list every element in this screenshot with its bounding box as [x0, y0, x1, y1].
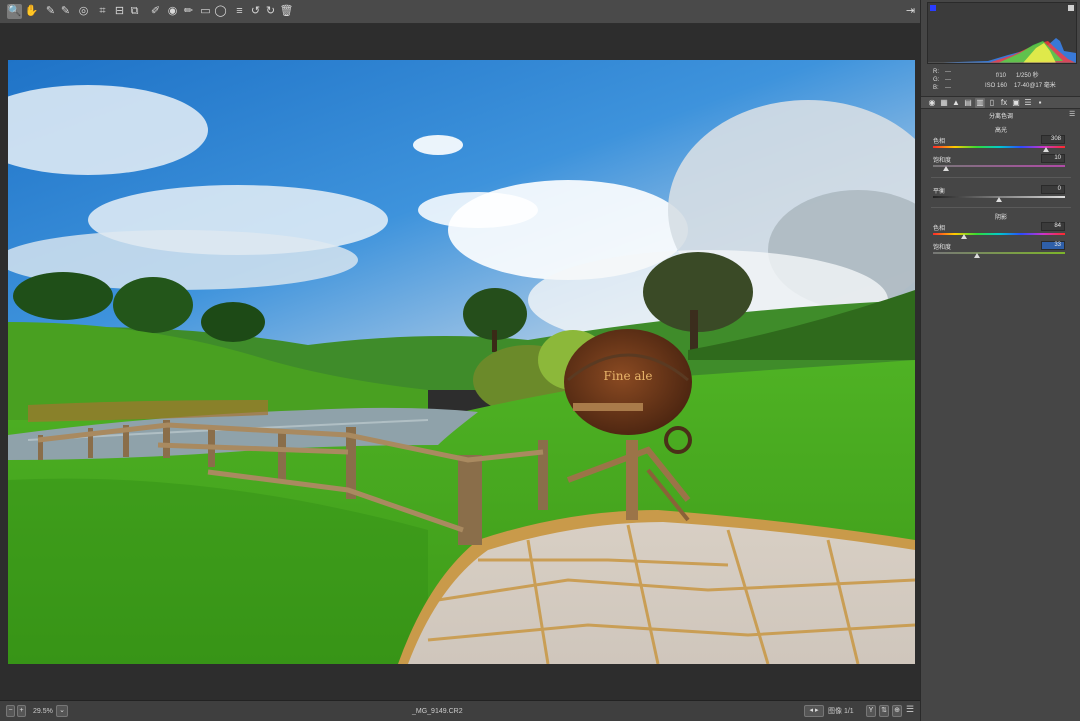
- section-title: 分离色调: [988, 114, 1013, 120]
- filename: _MG_9149.CR2: [412, 708, 463, 715]
- before-after-y-button[interactable]: Y: [866, 705, 876, 717]
- adjustments-panel: R: --- G: --- B: --- f/10 1/250 秒 ISO 16…: [920, 0, 1080, 721]
- histogram: [927, 2, 1077, 64]
- iso: ISO 160: [985, 83, 1008, 89]
- prev-next-image-button[interactable]: ◂ ▸: [804, 705, 824, 717]
- g-label: G:: [933, 77, 940, 83]
- crop-tool-icon[interactable]: ⌗: [95, 4, 110, 19]
- shadows-saturation-value[interactable]: 33: [1041, 241, 1065, 250]
- image-count: 图像 1/1: [828, 708, 854, 715]
- targeted-adjustment-tool-icon[interactable]: ◎: [76, 4, 91, 19]
- tab-split-toning-icon[interactable]: ▥: [975, 98, 985, 108]
- rotate-left-icon[interactable]: ↺: [248, 4, 263, 19]
- shadows-hue-value[interactable]: 84: [1041, 222, 1065, 231]
- shadows-hue-thumb[interactable]: [960, 234, 967, 239]
- tab-presets-icon[interactable]: ☰: [1023, 98, 1033, 108]
- preview-photo[interactable]: Fine ale: [8, 60, 915, 664]
- tab-camera-calibration-icon[interactable]: ▣: [1011, 98, 1021, 108]
- zoom-in-button[interactable]: +: [17, 705, 26, 717]
- shadows-title: 阴影: [994, 215, 1007, 221]
- red-eye-tool-icon[interactable]: ◉: [165, 4, 180, 19]
- highlights-hue-thumb[interactable]: [1042, 147, 1049, 152]
- lens-focal-length: 17-40@17 毫米: [1014, 83, 1056, 89]
- highlights-saturation-thumb[interactable]: [943, 166, 950, 171]
- swap-settings-button[interactable]: ⇅: [879, 705, 889, 717]
- preferences-icon[interactable]: ≡: [232, 4, 247, 19]
- shadows-saturation-thumb[interactable]: [973, 253, 980, 258]
- tab-hsl-icon[interactable]: ▤: [963, 98, 973, 108]
- zoom-dropdown-button[interactable]: ⌄: [56, 705, 68, 717]
- toolbar: 🔍 ✋ ✎ ✎ ◎ ⌗ ⊟ ⧉ ✐ ◉ ✏ ▭ ◯ ≡ ↺ ↻ 🗑 ⇥: [0, 0, 920, 24]
- tab-basic-icon[interactable]: ◉: [927, 98, 937, 108]
- shadows-hue-slider[interactable]: [933, 233, 1065, 235]
- adjustment-brush-tool-icon[interactable]: ✏: [181, 4, 196, 19]
- g-value: ---: [945, 77, 951, 83]
- balance-label: 平衡: [933, 189, 946, 195]
- r-value: ---: [945, 69, 951, 75]
- radial-filter-tool-icon[interactable]: ◯: [213, 4, 228, 19]
- shadows-saturation-label: 饱和度: [933, 245, 952, 251]
- landscape-photo: Fine ale: [8, 60, 915, 664]
- highlights-title: 高光: [994, 128, 1007, 134]
- panel-menu-icon[interactable]: ☰: [1069, 110, 1075, 118]
- status-bar: − + 29.5% ⌄ _MG_9149.CR2 ◂ ▸ 图像 1/1 Y ⇅ …: [0, 700, 920, 721]
- tab-tone-curve-icon[interactable]: ▦: [939, 98, 949, 108]
- copy-settings-button[interactable]: ⊕: [892, 705, 902, 717]
- graduated-filter-tool-icon[interactable]: ▭: [198, 4, 213, 19]
- tab-lens-corrections-icon[interactable]: ▯: [987, 98, 997, 108]
- highlights-saturation-value[interactable]: 10: [1041, 154, 1065, 163]
- divider: [931, 177, 1071, 178]
- histogram-graph: [928, 38, 1076, 63]
- preview-canvas: Fine ale: [0, 24, 920, 700]
- color-sampler-tool-icon[interactable]: ✎: [58, 4, 73, 19]
- tab-detail-icon[interactable]: ▲: [951, 98, 961, 108]
- b-label: B:: [933, 85, 939, 91]
- zoom-tool-icon[interactable]: 🔍: [7, 4, 22, 19]
- panel-tabs: ◉ ▦ ▲ ▤ ▥ ▯ fx ▣ ☰ ▪: [921, 96, 1080, 109]
- preview-preferences-icon[interactable]: ☰: [906, 705, 914, 714]
- b-value: ---: [945, 85, 951, 91]
- aperture: f/10: [996, 73, 1007, 79]
- r-label: R:: [933, 69, 939, 75]
- balance-value[interactable]: 0: [1041, 185, 1065, 194]
- trash-icon[interactable]: 🗑: [279, 4, 294, 19]
- zoom-out-button[interactable]: −: [6, 705, 15, 717]
- hand-tool-icon[interactable]: ✋: [24, 4, 39, 19]
- rotate-right-icon[interactable]: ↻: [263, 4, 278, 19]
- highlights-saturation-slider[interactable]: [933, 165, 1065, 167]
- svg-text:Fine ale: Fine ale: [604, 369, 653, 383]
- camera-raw-window: 🔍 ✋ ✎ ✎ ◎ ⌗ ⊟ ⧉ ✐ ◉ ✏ ▭ ◯ ≡ ↺ ↻ 🗑 ⇥ Fine…: [0, 0, 1080, 721]
- highlights-hue-label: 色相: [933, 139, 946, 145]
- balance-thumb[interactable]: [996, 197, 1002, 202]
- shutter-speed: 1/250 秒: [1016, 73, 1039, 79]
- transform-tool-icon[interactable]: ⧉: [127, 4, 142, 19]
- highlights-hue-value[interactable]: 308: [1041, 135, 1065, 144]
- spot-removal-tool-icon[interactable]: ✐: [148, 4, 163, 19]
- highlights-saturation-label: 饱和度: [933, 158, 952, 164]
- shadows-hue-label: 色相: [933, 226, 946, 232]
- white-balance-tool-icon[interactable]: ✎: [43, 4, 58, 19]
- open-image-icon[interactable]: ⇥: [903, 4, 918, 19]
- shadows-saturation-slider[interactable]: [933, 252, 1065, 254]
- zoom-level: 29.5%: [33, 708, 53, 715]
- tab-snapshots-icon[interactable]: ▪: [1035, 98, 1045, 108]
- straighten-tool-icon[interactable]: ⊟: [112, 4, 127, 19]
- divider: [931, 207, 1071, 208]
- tab-effects-icon[interactable]: fx: [999, 98, 1009, 108]
